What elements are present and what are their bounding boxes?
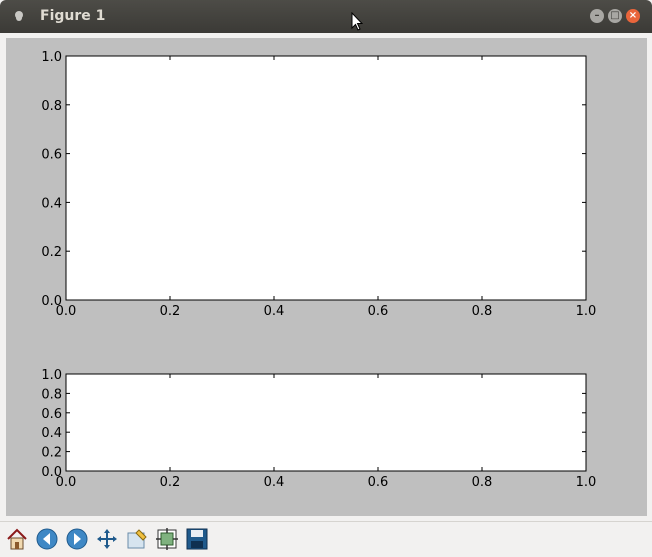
figure-canvas[interactable]: 0.0 0.2 0.4 0.6 0.8 1.0 0.0 0.2 0.4 0.6 0.8 1.0 0.0 0…	[6, 38, 647, 516]
maximize-icon[interactable]: □	[608, 9, 622, 23]
bottom-axes-xtick-label: 0.8	[472, 475, 493, 490]
bottom-axes-ytick-label: 0.4	[41, 426, 62, 441]
navigation-toolbar	[0, 521, 652, 557]
bottom-axes-ytick-label: 0.2	[41, 446, 62, 461]
pan-icon[interactable]	[94, 526, 120, 552]
close-icon[interactable]: ×	[626, 9, 640, 23]
bottom-axes-ytick-label: 0.8	[41, 387, 62, 402]
figure-svg: 0.0 0.2 0.4 0.6 0.8 1.00.00.20.40.60.81.00.0 0…	[41, 50, 597, 490]
window-title: Figure 1	[40, 8, 106, 24]
top-axes-xtick-label: 0.4	[264, 304, 285, 319]
title-bar: Figure 1 – □ ×	[0, 0, 652, 33]
top-axes-ytick-label: 0.6	[41, 148, 62, 163]
top-axes-xtick-label: 1.0	[576, 304, 597, 319]
top-axes-ytick-label: 0.2	[41, 245, 62, 260]
top-axes-frame	[65, 55, 587, 301]
top-axes-xtick-label: 0.6	[368, 304, 389, 319]
top-axes-ytick-label: 0.0	[41, 294, 62, 309]
mouse-cursor-icon	[351, 12, 363, 31]
bottom-axes-xtick-label: 0.2	[160, 475, 181, 490]
bottom-axes-xtick-label: 0.4	[264, 475, 285, 490]
bottom-axes-xtick-label: 1.0	[576, 475, 597, 490]
top-axes-ytick-label: 0.4	[41, 196, 62, 211]
top-axes-ytick-label: 0.8	[41, 99, 62, 114]
bottom-axes-ytick-label: 0.6	[41, 407, 62, 422]
back-icon[interactable]	[34, 526, 60, 552]
menu-icon[interactable]	[15, 11, 23, 19]
bottom-axes-frame	[65, 373, 587, 472]
save-icon[interactable]	[184, 526, 210, 552]
zoom-icon[interactable]	[124, 526, 150, 552]
top-axes-xtick-label: 0.8	[472, 304, 493, 319]
forward-icon[interactable]	[64, 526, 90, 552]
home-icon[interactable]	[4, 526, 30, 552]
bottom-axes-ytick-label: 1.0	[41, 368, 62, 383]
top-axes-ytick-label: 1.0	[41, 50, 62, 65]
subplots-icon[interactable]	[154, 526, 180, 552]
bottom-axes-xtick-label: 0.6	[368, 475, 389, 490]
bottom-axes-ytick-label: 0.0	[41, 465, 62, 480]
minimize-icon[interactable]: –	[590, 9, 604, 23]
top-axes-xtick-label: 0.2	[160, 304, 181, 319]
